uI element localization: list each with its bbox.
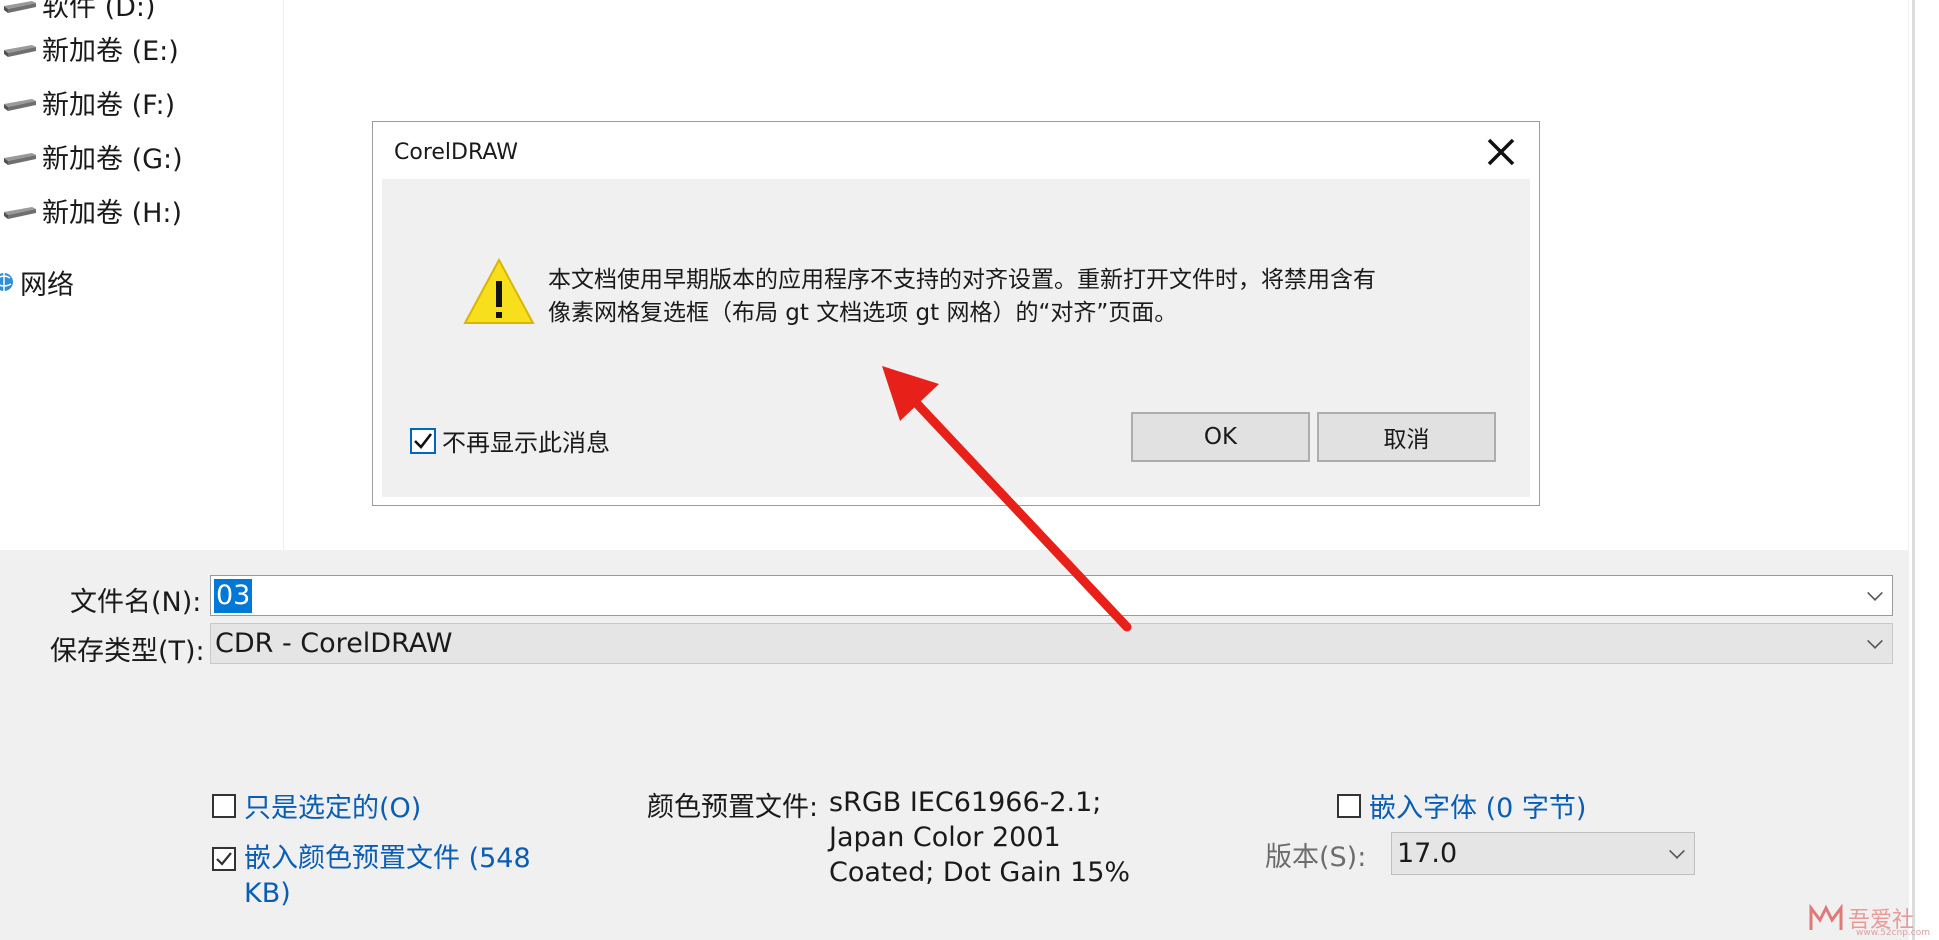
dialog-message: 本文档使用早期版本的应用程序不支持的对齐设置。重新打开文件时，将禁用含有 像素网… [548,264,1478,330]
nav-item-label: 新加卷 (E:) [42,35,179,67]
nav-item-label: 软件 (D:) [42,0,156,23]
watermark: 吾爱社区 www.52cnp.com [1808,900,1933,938]
chevron-down-icon[interactable] [1867,584,1883,601]
drive-icon [4,45,36,57]
checkmark-icon [216,852,232,866]
embed-color-checkbox[interactable] [212,847,236,871]
dont-show-option[interactable]: 不再显示此消息 [410,423,610,458]
nav-item-label: 新加卷 (H:) [42,197,183,229]
color-profile-line: Coated; Dot Gain 15% [829,857,1131,888]
color-profile-value: sRGB IEC61966-2.1; Japan Color 2001 Coat… [829,785,1159,890]
embed-fonts-label: 嵌入字体 (0 字节) [1369,793,1587,824]
color-profile-line: Japan Color 2001 [829,822,1061,853]
nav-item-drive-g[interactable]: 新加卷 (G:) [0,136,183,176]
close-button[interactable] [1480,131,1522,173]
nav-item-drive-d[interactable]: 软件 (D:) [0,0,156,24]
nav-item-label: 新加卷 (G:) [42,143,183,175]
ok-button[interactable]: OK [1131,412,1310,462]
embed-color-label-line2: KB) [244,878,291,909]
drive-icon [4,99,36,111]
drive-icon [4,207,36,219]
filename-label: 文件名(N): [70,587,202,618]
color-profile-line: sRGB IEC61966-2.1; [829,787,1102,818]
filename-input[interactable]: 03 [210,575,1893,616]
nav-item-drive-f[interactable]: 新加卷 (F:) [0,82,175,122]
drive-icon [4,153,36,165]
checkmark-icon [414,432,433,449]
version-value: 17.0 [1397,838,1458,869]
chevron-down-icon[interactable] [1867,632,1883,649]
nav-item-drive-e[interactable]: 新加卷 (E:) [0,28,179,68]
version-label: 版本(S): [1265,842,1367,873]
chevron-down-icon[interactable] [1669,842,1685,859]
warning-icon [463,257,535,324]
nav-item-label: 新加卷 (F:) [42,89,176,121]
close-icon [1487,138,1515,166]
dont-show-label: 不再显示此消息 [442,429,610,457]
watermark-logo-icon [1809,903,1843,930]
dialog-message-line: 像素网格复选框（布局 gt 文档选项 gt 网格）的“对齐”页面。 [548,300,1178,326]
dialog-message-line: 本文档使用早期版本的应用程序不支持的对齐设置。重新打开文件时，将禁用含有 [548,267,1376,293]
filename-value: 03 [214,578,253,613]
watermark-subtext: www.52cnp.com [1856,928,1931,938]
selected-only-label: 只是选定的(O) [244,793,422,824]
filetype-value: CDR - CorelDRAW [215,628,453,659]
selected-only-option[interactable]: 只是选定的(O) [212,786,421,825]
selected-only-checkbox[interactable] [212,794,236,818]
scrollbar-track-line [1912,0,1915,940]
dont-show-checkbox[interactable] [410,427,436,454]
nav-item-drive-h[interactable]: 新加卷 (H:) [0,190,182,230]
drive-icon [4,1,36,13]
cancel-button[interactable]: 取消 [1317,412,1496,462]
network-icon [0,273,13,291]
navigation-pane: 软件 (D:) 新加卷 (E:) 新加卷 (F:) 新加卷 (G:) 新加卷 (… [0,0,284,550]
version-select[interactable]: 17.0 [1391,832,1695,875]
filetype-label: 保存类型(T): [50,636,205,667]
color-profile-label: 颜色预置文件: [647,792,819,823]
embed-fonts-checkbox[interactable] [1337,794,1361,818]
embed-color-label-line1: 嵌入颜色预置文件 (548 [244,843,531,874]
embed-color-option[interactable]: 嵌入颜色预置文件 (548 KB) [212,841,531,911]
embed-fonts-option[interactable]: 嵌入字体 (0 字节) [1337,786,1586,825]
filetype-select[interactable]: CDR - CorelDRAW [210,623,1893,664]
dialog-title: CorelDRAW [394,140,518,165]
nav-item-label: 网络 [20,269,74,301]
nav-item-network[interactable]: 网络 [0,262,74,302]
